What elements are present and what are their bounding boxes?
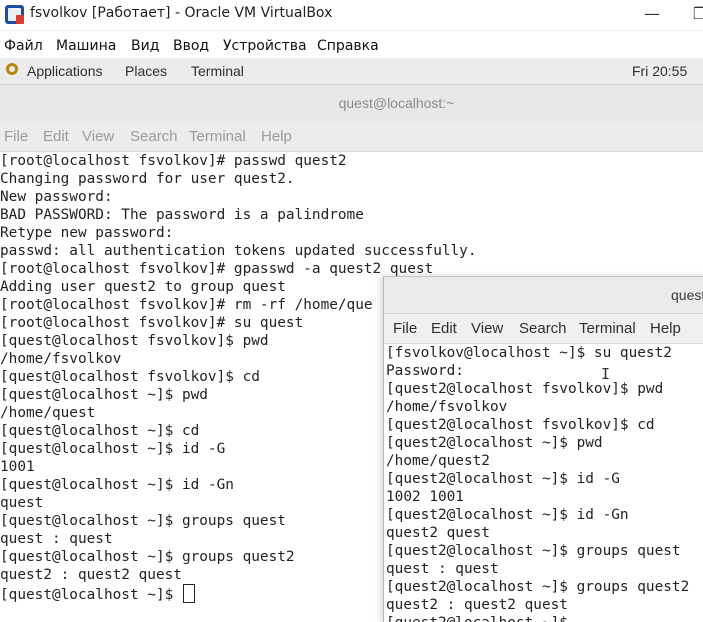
- second-terminal-menu-edit[interactable]: Edit: [431, 320, 457, 337]
- terminal-window-title: quest@localhost:~: [338, 95, 455, 111]
- menu-help[interactable]: Справка: [317, 38, 379, 54]
- terminal-line: [quest2@localhost fsvolkov]$ cd: [386, 417, 655, 433]
- second-terminal-title: quest: [671, 287, 703, 303]
- terminal-line: passwd: all authentication tokens update…: [0, 243, 477, 259]
- terminal-line: Changing password for user quest2.: [0, 171, 295, 187]
- second-terminal-output[interactable]: [fsvolkov@localhost ~]$ su quest2 Passwo…: [384, 344, 703, 622]
- restore-button[interactable]: ❐: [690, 4, 703, 24]
- second-terminal-header[interactable]: quest: [384, 277, 703, 314]
- terminal-menu-file[interactable]: File: [4, 128, 28, 145]
- terminal-line: [quest@localhost fsvolkov]$ cd: [0, 369, 260, 385]
- virtualbox-menu-bar: Файл Машина Вид Ввод Устройства Справка: [0, 31, 703, 58]
- virtualbox-window-title: fsvolkov [Работает] - Oracle VM VirtualB…: [30, 5, 333, 21]
- terminal-window-header[interactable]: quest@localhost:~: [0, 85, 703, 123]
- virtualbox-title-bar: fsvolkov [Работает] - Oracle VM VirtualB…: [0, 0, 703, 31]
- minimize-button[interactable]: —: [642, 4, 662, 24]
- terminal-line: [root@localhost fsvolkov]# su quest: [0, 315, 304, 331]
- terminal-menu-bar: File Edit View Search Terminal Help: [0, 122, 703, 152]
- terminal-prompt: [quest@localhost ~]$: [0, 587, 182, 603]
- terminal-menu-help[interactable]: Help: [261, 128, 292, 145]
- second-terminal-menu-terminal[interactable]: Terminal: [579, 320, 636, 337]
- gnome-top-bar: Applications Places Terminal Fri 20:55: [0, 58, 703, 85]
- terminal-line: [quest2@localhost ~]$ groups quest2: [386, 579, 690, 595]
- terminal-line: Adding user quest2 to group quest: [0, 279, 286, 295]
- terminal-line: quest : quest: [0, 531, 113, 547]
- terminal-line: Retype new password:: [0, 225, 174, 241]
- text-cursor: [182, 584, 195, 603]
- terminal-app-menu[interactable]: Terminal: [191, 63, 244, 79]
- terminal-line: [quest@localhost ~]$ id -Gn: [0, 477, 234, 493]
- second-terminal-menu-file[interactable]: File: [393, 320, 417, 337]
- second-terminal-menu-help[interactable]: Help: [650, 320, 681, 337]
- terminal-line: /home/fsvolkov: [0, 351, 122, 367]
- places-menu[interactable]: Places: [125, 63, 167, 79]
- terminal-line: [quest@localhost ~]$ groups quest2: [0, 549, 295, 565]
- terminal-line: [quest@localhost fsvolkov]$ pwd: [0, 333, 269, 349]
- terminal-line: [root@localhost fsvolkov]# rm -rf /home/…: [0, 297, 373, 313]
- terminal-line: New password:: [0, 189, 113, 205]
- terminal-line: [quest@localhost ~]$ id -G: [0, 441, 226, 457]
- terminal-line: BAD PASSWORD: The password is a palindro…: [0, 207, 364, 223]
- clock[interactable]: Fri 20:55: [632, 63, 687, 79]
- terminal-line: [quest@localhost ~]$ cd: [0, 423, 200, 439]
- terminal-line: quest : quest: [386, 561, 499, 577]
- menu-input[interactable]: Ввод: [173, 38, 209, 54]
- applications-icon: [6, 63, 18, 75]
- terminal-line: [quest2@localhost fsvolkov]$ pwd: [386, 381, 664, 397]
- terminal-line: /home/quest2: [386, 453, 490, 469]
- terminal-line: /home/quest: [0, 405, 96, 421]
- terminal-line: quest2 quest: [386, 525, 490, 541]
- terminal-line: [quest@localhost ~]$ pwd: [0, 387, 208, 403]
- applications-menu[interactable]: Applications: [27, 63, 103, 79]
- terminal-menu-terminal[interactable]: Terminal: [189, 128, 246, 145]
- terminal-line: [quest2@localhost ~]$ pwd: [386, 435, 603, 451]
- terminal-line: [fsvolkov@localhost ~]$ su quest2: [386, 345, 672, 361]
- terminal-line: [quest2@localhost ~]$ id -G: [386, 471, 620, 487]
- second-terminal-menu-bar: File Edit View Search Terminal Help: [384, 314, 703, 344]
- terminal-line: quest2 : quest2 quest: [386, 597, 568, 613]
- second-terminal-menu-search[interactable]: Search: [519, 320, 567, 337]
- second-terminal-menu-view[interactable]: View: [471, 320, 503, 337]
- menu-devices[interactable]: Устройства: [223, 38, 307, 54]
- terminal-line: /home/fsvolkov: [386, 399, 508, 415]
- terminal-line: 1002 1001: [386, 489, 464, 505]
- terminal-menu-view[interactable]: View: [82, 128, 114, 145]
- menu-view[interactable]: Вид: [131, 38, 159, 54]
- terminal-line: Password:: [386, 363, 464, 379]
- terminal-line: 1001: [0, 459, 35, 475]
- second-terminal-window[interactable]: quest File Edit View Search Terminal Hel…: [383, 276, 703, 622]
- terminal-line: quest: [0, 495, 44, 511]
- terminal-menu-edit[interactable]: Edit: [43, 128, 69, 145]
- mouse-ibeam-cursor: I: [601, 365, 611, 383]
- terminal-line: [quest2@localhost ~]$ id -Gn: [386, 507, 629, 523]
- menu-machine[interactable]: Машина: [56, 38, 116, 54]
- menu-file[interactable]: Файл: [4, 38, 43, 54]
- terminal-line: [root@localhost fsvolkov]# gpasswd -a qu…: [0, 261, 434, 277]
- terminal-prompt-line[interactable]: [quest@localhost ~]$: [0, 584, 195, 604]
- terminal-line: [quest@localhost ~]$ groups quest: [0, 513, 286, 529]
- terminal-menu-search[interactable]: Search: [130, 128, 178, 145]
- terminal-line: quest2 : quest2 quest: [0, 567, 182, 583]
- virtualbox-app-icon: [5, 5, 24, 24]
- terminal-line: [quest2@localhost ~]$ groups quest: [386, 543, 681, 559]
- terminal-line: [root@localhost fsvolkov]# passwd quest2: [0, 153, 347, 169]
